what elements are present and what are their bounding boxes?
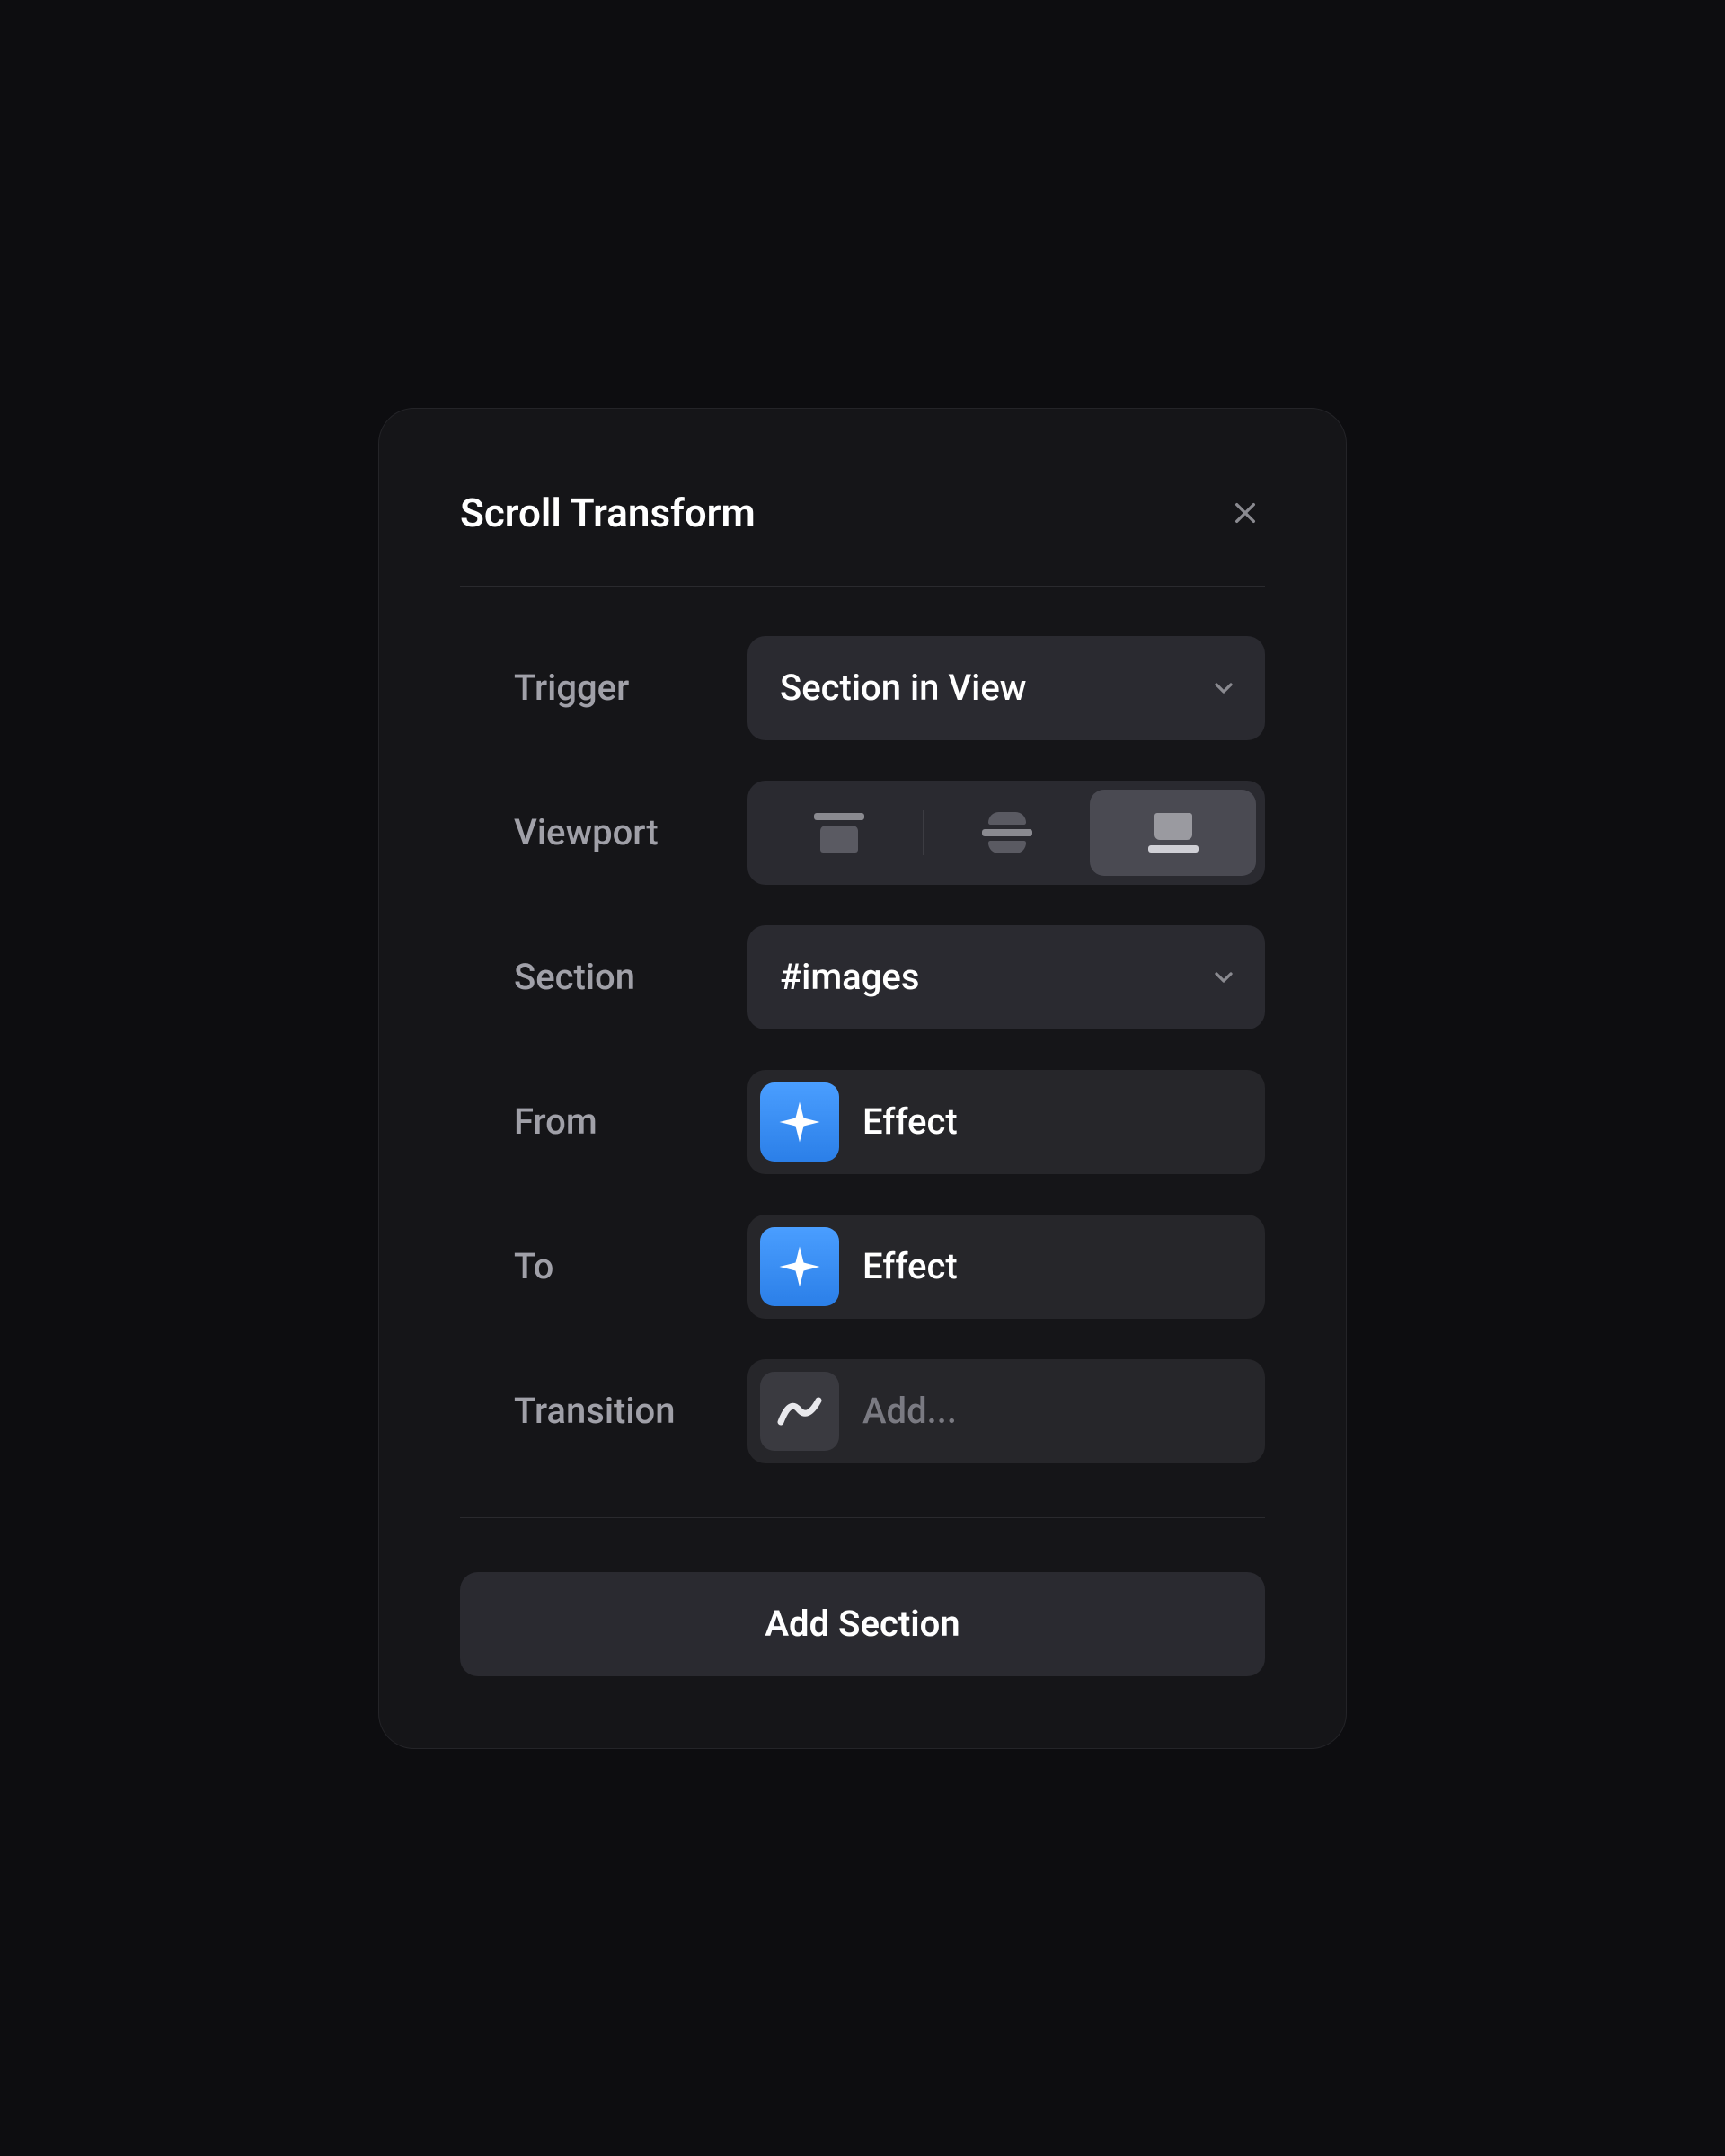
add-section-button[interactable]: Add Section: [460, 1572, 1265, 1676]
align-middle-icon: [982, 812, 1032, 853]
section-label: Section: [460, 956, 748, 998]
viewport-option-middle[interactable]: [924, 790, 1091, 876]
from-effect-field[interactable]: Effect: [748, 1070, 1265, 1174]
align-bottom-icon: [1148, 813, 1199, 853]
trigger-row: Trigger Section in View: [460, 636, 1265, 740]
close-icon: [1231, 499, 1260, 527]
from-label: From: [460, 1100, 748, 1143]
curve-icon: [777, 1393, 822, 1429]
viewport-segmented-control: [748, 781, 1265, 885]
sparkle-icon: [775, 1098, 824, 1146]
to-row: To Effect: [460, 1215, 1265, 1319]
transition-label: Transition: [460, 1390, 748, 1432]
curve-icon-box: [760, 1372, 839, 1451]
viewport-option-bottom[interactable]: [1090, 790, 1256, 876]
trigger-label: Trigger: [460, 667, 748, 709]
from-row: From Effect: [460, 1070, 1265, 1174]
panel-header: Scroll Transform: [460, 490, 1265, 587]
sparkle-icon: [775, 1242, 824, 1291]
to-effect-field[interactable]: Effect: [748, 1215, 1265, 1319]
viewport-row: Viewport: [460, 781, 1265, 885]
section-value: #images: [780, 956, 919, 998]
section-row: Section #images: [460, 925, 1265, 1029]
transition-row: Transition Add...: [460, 1359, 1265, 1463]
form-section: Trigger Section in View Viewport: [460, 636, 1265, 1518]
scroll-transform-panel: Scroll Transform Trigger Section in View: [378, 408, 1347, 1749]
viewport-option-top[interactable]: [756, 790, 923, 876]
to-label: To: [460, 1245, 748, 1287]
effect-icon-box: [760, 1082, 839, 1162]
chevron-down-icon: [1209, 674, 1238, 702]
viewport-label: Viewport: [460, 811, 748, 853]
close-button[interactable]: [1225, 493, 1265, 533]
section-select[interactable]: #images: [748, 925, 1265, 1029]
effect-icon-box: [760, 1227, 839, 1306]
trigger-select[interactable]: Section in View: [748, 636, 1265, 740]
transition-field[interactable]: Add...: [748, 1359, 1265, 1463]
transition-placeholder: Add...: [862, 1390, 957, 1432]
chevron-down-icon: [1209, 963, 1238, 992]
align-top-icon: [814, 813, 864, 853]
to-value: Effect: [862, 1245, 958, 1287]
from-value: Effect: [862, 1100, 958, 1143]
trigger-value: Section in View: [780, 667, 1026, 709]
panel-title: Scroll Transform: [460, 490, 756, 536]
